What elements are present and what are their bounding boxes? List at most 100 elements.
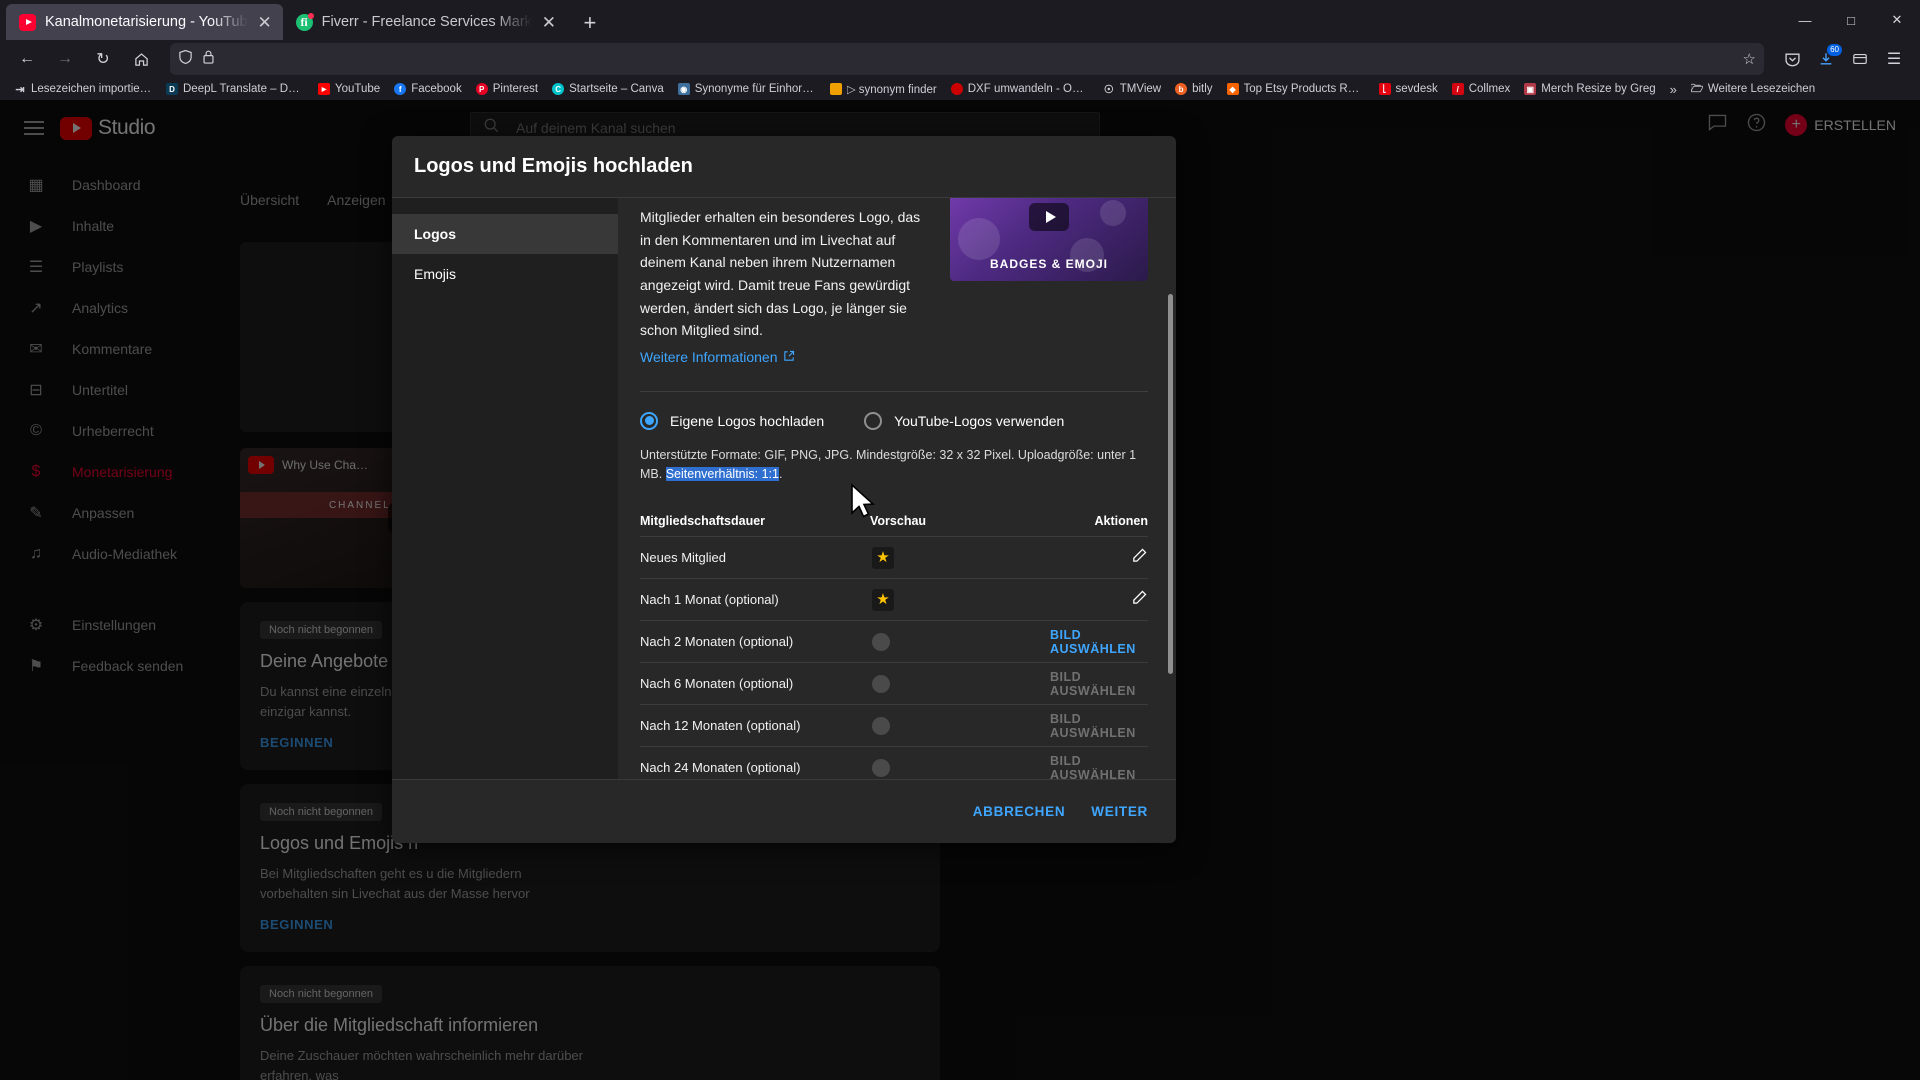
more-info-link[interactable]: Weitere Informationen [640,346,795,369]
dialog-title: Logos und Emojis hochladen [392,136,1176,198]
bookmark-item[interactable]: / Collmex [1446,81,1517,97]
browser-tab-youtube[interactable]: Kanalmonetarisierung - YouTub ✕ [6,4,283,40]
bookmark-item[interactable]: D DeepL Translate – Der … [160,81,310,97]
tab-title: Fiverr - Freelance Services Mark [321,14,532,30]
bookmark-item[interactable]: C Startseite – Canva [546,81,670,97]
row-preview [870,632,1050,651]
table-row: Nach 12 Monaten (optional) BILD AUSWÄHLE… [640,704,1148,746]
star-badge-icon: ★ [872,588,894,611]
bookmark-item[interactable]: ◆ Top Etsy Products Res… [1221,81,1371,97]
maximize-button[interactable]: □ [1828,0,1874,40]
close-tab-icon[interactable]: ✕ [257,14,273,31]
window-controls: — □ ✕ [1782,0,1920,40]
bookmark-star-icon[interactable]: ☆ [1743,50,1756,68]
new-tab-button[interactable]: + [573,6,607,40]
row-actions: BILD AUSWÄHLEN [1050,712,1148,740]
bookmark-item[interactable]: ▣ Merch Resize by Greg [1518,81,1661,97]
bookmark-label: sevdesk [1395,83,1438,95]
home-button[interactable] [124,43,158,75]
empty-badge-icon [872,632,890,651]
row-actions [1050,547,1148,568]
radio-option-youtube-logos[interactable]: YouTube-Logos verwenden [864,411,1064,430]
lock-icon[interactable] [202,49,215,70]
back-button[interactable]: ← [10,43,44,75]
table-row: Nach 1 Monat (optional) ★ [640,578,1148,620]
dialog-scrollbar[interactable] [1168,294,1173,674]
bookmarks-bar: ⇥ Lesezeichen importieren… D DeepL Trans… [0,78,1920,100]
row-actions: BILD AUSWÄHLEN [1050,628,1148,656]
note-highlighted-text: Seitenverhältnis: 1:1 [665,467,779,482]
star-badge-icon: ★ [872,546,894,569]
app-menu-button[interactable]: ☰ [1878,43,1910,75]
bookmark-item[interactable]: ◉ Synonyme für Einhorn… [672,81,822,97]
column-header-actions: Aktionen [1094,514,1148,529]
bookmark-item[interactable]: ☉ TMView [1097,81,1167,97]
bookmark-label: DXF umwandeln - Onl… [967,83,1089,95]
other-bookmarks-folder[interactable]: 🗁 Weitere Lesezeichen [1685,81,1821,97]
table-row: Nach 6 Monaten (optional) BILD AUSWÄHLEN [640,662,1148,704]
dialog-nav-logos[interactable]: Logos [392,214,618,254]
sevdesk-icon: ⎣ [1378,83,1391,95]
external-link-icon [783,346,795,369]
forward-button[interactable]: → [48,43,82,75]
bookmark-label: Weitere Lesezeichen [1707,83,1816,95]
url-bar[interactable]: ☆ [170,43,1764,75]
merch-resize-icon: ▣ [1524,83,1537,95]
mouse-cursor [850,483,876,526]
reload-button[interactable]: ↻ [86,43,120,75]
dxf-converter-icon [950,83,963,95]
bookmark-label: Collmex [1468,83,1511,95]
close-tab-icon[interactable]: ✕ [541,14,557,31]
row-actions [1050,589,1148,610]
bookmark-label: ▷ synonym finder [846,84,937,96]
dialog-nav-emojis[interactable]: Emojis [392,254,618,294]
bookmark-item[interactable]: ⎣ sevdesk [1373,81,1444,97]
fiverr-favicon-icon: fi [295,12,314,31]
browser-chrome: Kanalmonetarisierung - YouTub ✕ fi Fiver… [0,0,1920,100]
intro-text: Mitglieder erhalten ein besonderes Logo,… [640,206,922,369]
edit-pencil-icon[interactable] [1131,547,1148,568]
select-image-button[interactable]: BILD AUSWÄHLEN [1050,628,1148,656]
table-row: Nach 2 Monaten (optional) BILD AUSWÄHLEN [640,620,1148,662]
bookmark-label: Top Etsy Products Res… [1243,83,1365,95]
play-icon[interactable] [1029,202,1069,231]
shield-icon[interactable] [178,49,193,70]
close-window-button[interactable]: ✕ [1874,0,1920,40]
bookmark-item[interactable]: ⇥ Lesezeichen importieren… [8,81,158,97]
folder-icon: 🗁 [1690,83,1703,95]
radio-option-eigene-logos[interactable]: Eigene Logos hochladen [640,411,824,430]
promo-video-thumbnail[interactable]: BADGES & EMOJI [950,198,1148,281]
youtube-icon: ▶ [318,83,330,95]
row-duration-label: Nach 1 Monat (optional) [640,592,779,608]
intro-section: Mitglieder erhalten ein besonderes Logo,… [640,198,1148,369]
membership-badges-table: Mitgliedschaftsdauer Vorschau Aktionen N… [640,506,1148,779]
empty-badge-icon [872,716,890,735]
import-bookmarks-icon: ⇥ [15,83,25,96]
minimize-button[interactable]: — [1782,0,1828,40]
bookmark-item[interactable]: b bitly [1169,81,1218,97]
pinterest-icon: P [475,83,488,95]
facebook-icon: f [394,83,407,95]
dialog-content[interactable]: Mitglieder erhalten ein besonderes Logo,… [618,198,1176,779]
row-preview [870,674,1050,693]
account-icon[interactable] [1844,43,1876,75]
row-duration-label: Nach 2 Monaten (optional) [640,634,794,650]
bookmark-item[interactable]: ▷ synonym finder [824,80,943,98]
cancel-button[interactable]: ABBRECHEN [973,804,1066,819]
bookmarks-overflow-button[interactable]: » [1664,80,1683,99]
bookmark-item[interactable]: f Facebook [388,81,468,97]
row-actions: BILD AUSWÄHLEN [1050,754,1148,779]
row-actions: BILD AUSWÄHLEN [1050,670,1148,698]
bookmark-item[interactable]: DXF umwandeln - Onl… [945,81,1095,97]
next-button[interactable]: WEITER [1091,804,1148,819]
bookmark-label: Lesezeichen importieren… [31,83,152,95]
select-image-button: BILD AUSWÄHLEN [1050,669,1136,698]
etsy-research-icon: ◆ [1226,83,1239,95]
bookmark-item[interactable]: ▶ YouTube [312,81,386,97]
edit-pencil-icon[interactable] [1131,589,1148,610]
pocket-icon[interactable] [1776,43,1808,75]
download-icon[interactable]: 60 [1810,43,1842,75]
bookmark-item[interactable]: P Pinterest [470,81,544,97]
table-header-row: Mitgliedschaftsdauer Vorschau Aktionen [640,506,1148,536]
browser-tab-fiverr[interactable]: fi Fiverr - Freelance Services Mark ✕ [283,4,567,40]
